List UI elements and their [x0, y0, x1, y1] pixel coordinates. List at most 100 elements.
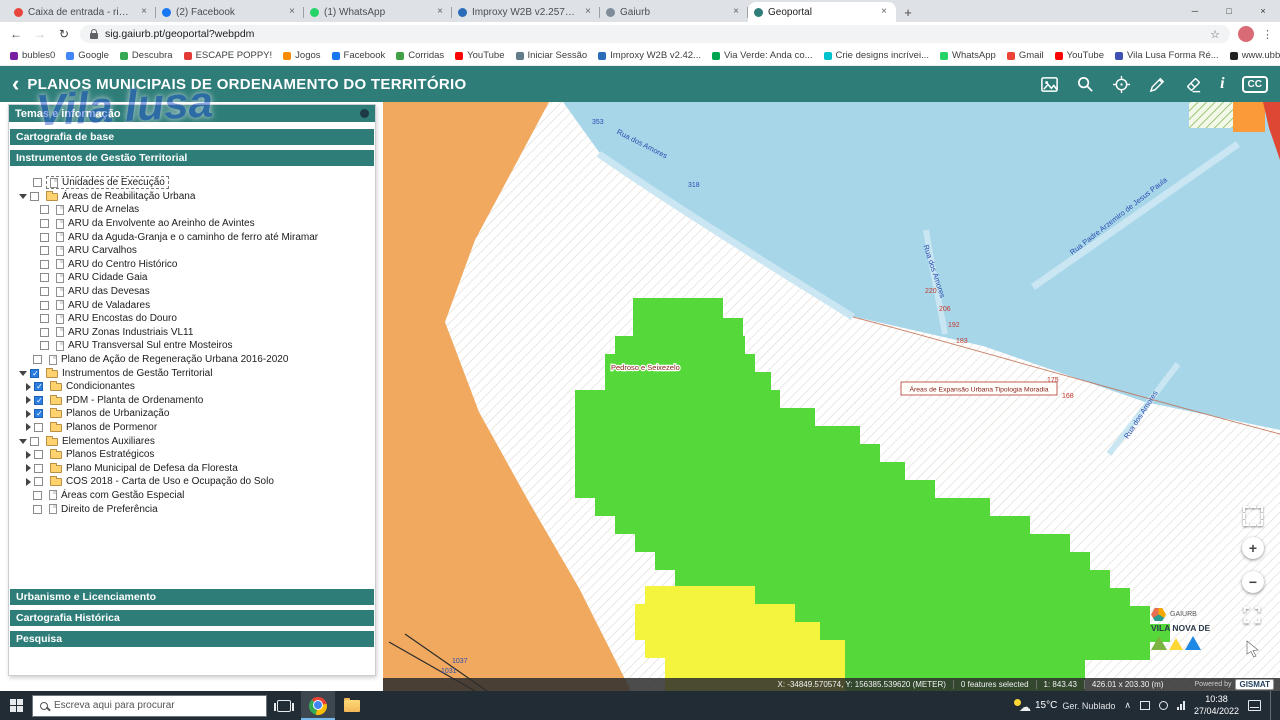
- bookmark-item[interactable]: Jogos: [283, 50, 320, 61]
- bookmark-item[interactable]: Descubra: [120, 50, 173, 61]
- expander-icon[interactable]: [19, 371, 27, 376]
- bookmark-item[interactable]: Via Verde: Anda co...: [712, 50, 813, 61]
- layer-tree-item[interactable]: ARU Carvalhos: [9, 244, 375, 258]
- tray-expand-icon[interactable]: ∧: [1124, 700, 1131, 711]
- layer-tree-item[interactable]: Condicionantes: [9, 380, 375, 394]
- layer-label-wrap[interactable]: Instrumentos de Gestão Territorial: [43, 368, 215, 379]
- layer-tree-item[interactable]: ARU das Devesas: [9, 285, 375, 299]
- bookmark-item[interactable]: Corridas: [396, 50, 444, 61]
- layer-tree-item[interactable]: PDM - Planta de Ordenamento: [9, 394, 375, 408]
- bookmark-item[interactable]: YouTube: [1055, 50, 1104, 61]
- expander-icon[interactable]: [26, 410, 31, 418]
- layer-checkbox[interactable]: [33, 178, 42, 187]
- layer-checkbox[interactable]: [30, 437, 39, 446]
- layer-label-wrap[interactable]: ARU da Aguda-Granja e o caminho de ferro…: [53, 232, 321, 243]
- section-cartografia-base[interactable]: Cartografia de base: [10, 129, 374, 145]
- forward-button[interactable]: →: [32, 27, 48, 41]
- window-minimize-button[interactable]: ─: [1178, 0, 1212, 22]
- bookmark-item[interactable]: ESCAPE POPPY!: [184, 50, 273, 61]
- measure-icon[interactable]: [1148, 75, 1167, 94]
- expander-icon[interactable]: [26, 451, 31, 459]
- layer-tree-item[interactable]: Instrumentos de Gestão Territorial: [9, 366, 375, 380]
- map-canvas[interactable]: Rua dos Amores Rua dos Amores Rua Padre …: [383, 102, 1280, 691]
- layer-checkbox[interactable]: [40, 273, 49, 282]
- layer-tree-item[interactable]: ARU Transversal Sul entre Mosteiros: [9, 339, 375, 353]
- zoom-in-button[interactable]: +: [1242, 537, 1264, 559]
- expander-icon[interactable]: [26, 464, 31, 472]
- browser-tab[interactable]: Gaiurb ×: [600, 2, 748, 22]
- search-icon[interactable]: [1076, 75, 1095, 94]
- layer-tree-item[interactable]: Plano Municipal de Defesa da Floresta: [9, 461, 375, 475]
- layer-checkbox[interactable]: [40, 328, 49, 337]
- layer-label-wrap[interactable]: COS 2018 - Carta de Uso e Ocupação do So…: [47, 476, 277, 487]
- layer-tree-item[interactable]: ARU Cidade Gaia: [9, 271, 375, 285]
- layer-label-wrap[interactable]: ARU de Arnelas: [53, 204, 142, 215]
- weather-widget[interactable]: ☁ 15°C Ger. Nublado: [1014, 699, 1115, 712]
- reload-button[interactable]: ↻: [56, 27, 72, 41]
- expander-icon[interactable]: [26, 396, 31, 404]
- show-desktop-button[interactable]: [1270, 691, 1275, 720]
- address-bar[interactable]: sig.gaiurb.pt/geoportal?webpdm ☆: [80, 25, 1230, 43]
- expander-icon[interactable]: [26, 423, 31, 431]
- layer-checkbox[interactable]: [34, 423, 43, 432]
- fullscreen-button[interactable]: [1242, 605, 1262, 625]
- panel-collapse-button[interactable]: [360, 109, 369, 118]
- app-back-button[interactable]: ‹: [12, 73, 19, 95]
- layer-checkbox[interactable]: [40, 233, 49, 242]
- window-maximize-button[interactable]: □: [1212, 0, 1246, 22]
- layer-label-wrap[interactable]: Unidades de Execução: [46, 176, 169, 189]
- layer-tree-item[interactable]: Áreas com Gestão Especial: [9, 489, 375, 503]
- browser-menu-icon[interactable]: ⋮: [1262, 28, 1272, 41]
- start-button[interactable]: [0, 691, 32, 720]
- layer-tree-item[interactable]: Planos de Urbanização: [9, 407, 375, 421]
- taskbar-search[interactable]: [32, 695, 267, 717]
- layer-tree-item[interactable]: Elementos Auxiliares: [9, 434, 375, 448]
- layer-tree-item[interactable]: ARU da Envolvente ao Areinho de Avintes: [9, 217, 375, 231]
- info-icon[interactable]: i: [1220, 76, 1224, 92]
- bookmark-star-icon[interactable]: ☆: [1210, 28, 1220, 41]
- credits-cc-icon[interactable]: CC: [1242, 76, 1268, 93]
- layer-checkbox[interactable]: [33, 505, 42, 514]
- pointer-tool-button[interactable]: [1245, 640, 1260, 658]
- layer-tree-item[interactable]: ARU Zonas Industriais VL11: [9, 326, 375, 340]
- layer-checkbox[interactable]: [34, 450, 43, 459]
- layer-tree-item[interactable]: Direito de Preferência: [9, 502, 375, 516]
- layer-label-wrap[interactable]: ARU Transversal Sul entre Mosteiros: [53, 340, 236, 351]
- layer-tree-item[interactable]: Unidades de Execução: [9, 176, 375, 190]
- browser-tab[interactable]: (2) Facebook ×: [156, 2, 304, 22]
- tab-close-icon[interactable]: ×: [286, 6, 298, 18]
- layer-checkbox[interactable]: [34, 464, 43, 473]
- layer-checkbox[interactable]: [33, 355, 42, 364]
- layer-label-wrap[interactable]: Planos Estratégicos: [47, 449, 157, 460]
- layer-tree-item[interactable]: Áreas de Reabilitação Urbana: [9, 190, 375, 204]
- expander-icon[interactable]: [26, 478, 31, 486]
- bookmark-item[interactable]: YouTube: [455, 50, 504, 61]
- layer-checkbox[interactable]: [34, 409, 43, 418]
- layer-label-wrap[interactable]: Áreas com Gestão Especial: [46, 490, 187, 501]
- notification-center-icon[interactable]: [1248, 700, 1261, 711]
- layer-tree-item[interactable]: Plano de Ação de Regeneração Urbana 2016…: [9, 353, 375, 367]
- url-text[interactable]: sig.gaiurb.pt/geoportal?webpdm: [105, 28, 1203, 40]
- browser-tab[interactable]: Improxy W2B v2.257.2521 ×: [452, 2, 600, 22]
- tray-network-icon[interactable]: [1159, 701, 1168, 710]
- bookmark-item[interactable]: WhatsApp: [940, 50, 996, 61]
- expander-icon[interactable]: [19, 194, 27, 199]
- layer-label-wrap[interactable]: Direito de Preferência: [46, 504, 161, 515]
- search-input[interactable]: [54, 700, 259, 711]
- expander-icon[interactable]: [26, 383, 31, 391]
- layer-tree-item[interactable]: ARU Encostas do Douro: [9, 312, 375, 326]
- layer-checkbox[interactable]: [40, 301, 49, 310]
- tab-close-icon[interactable]: ×: [434, 6, 446, 18]
- layer-tree-item[interactable]: ARU do Centro Histórico: [9, 258, 375, 272]
- select-extent-button[interactable]: [1243, 506, 1263, 526]
- layer-checkbox[interactable]: [40, 341, 49, 350]
- layer-checkbox[interactable]: [30, 369, 39, 378]
- locate-icon[interactable]: [1112, 75, 1131, 94]
- bookmark-item[interactable]: Crie designs incrívei...: [824, 50, 929, 61]
- layer-checkbox[interactable]: [40, 219, 49, 228]
- layer-tree-item[interactable]: Planos de Pormenor: [9, 421, 375, 435]
- layer-checkbox[interactable]: [40, 205, 49, 214]
- tab-close-icon[interactable]: ×: [138, 6, 150, 18]
- bookmark-item[interactable]: Gmail: [1007, 50, 1044, 61]
- layer-checkbox[interactable]: [34, 396, 43, 405]
